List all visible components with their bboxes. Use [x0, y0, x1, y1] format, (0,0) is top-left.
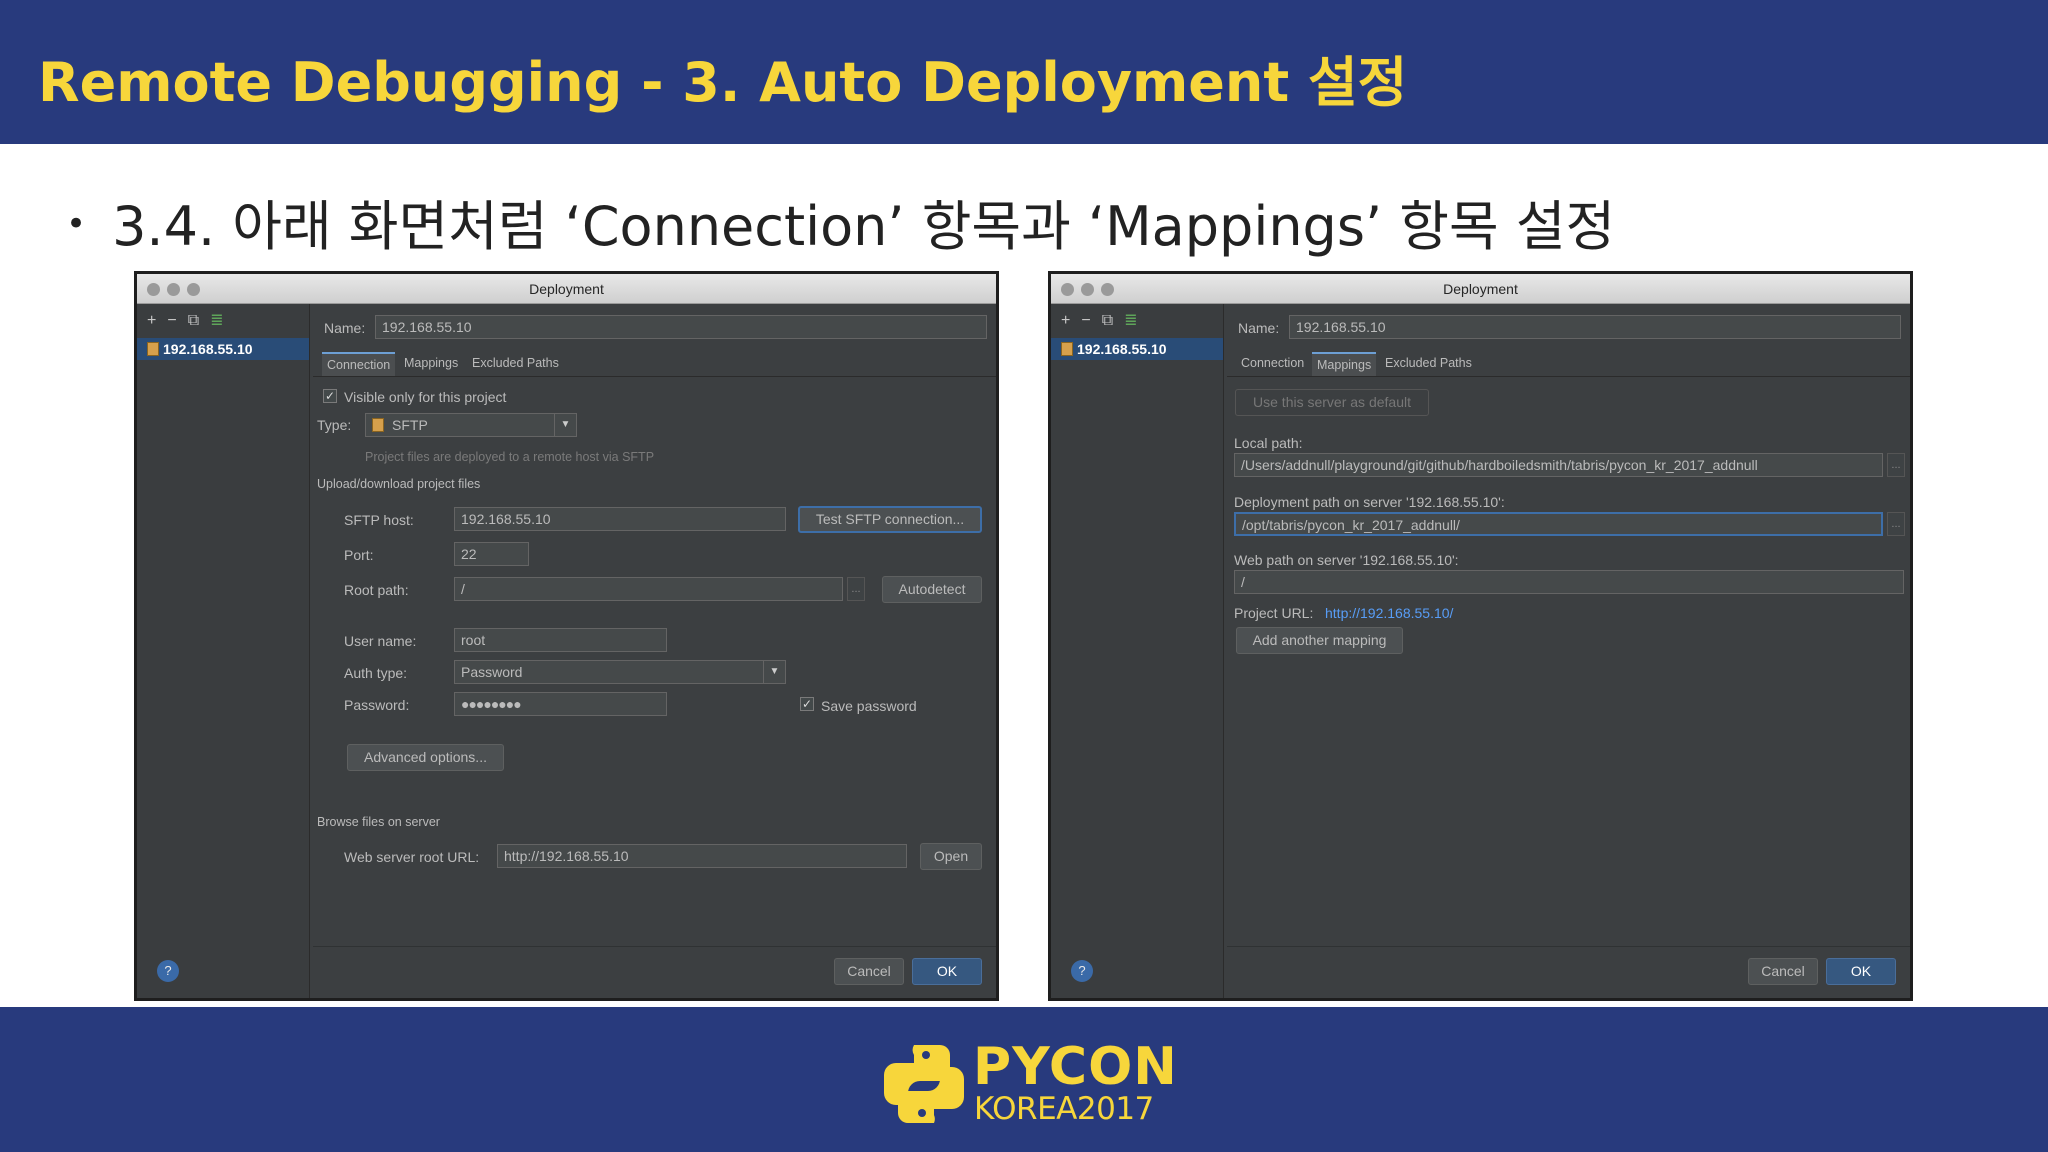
window-titlebar[interactable]: Deployment	[1051, 274, 1910, 304]
copy-icon[interactable]: ⧉	[188, 312, 199, 330]
server-list-item-label: 192.168.55.10	[1077, 341, 1167, 357]
server-list-pane: + − ⧉ ≣ 192.168.55.10	[1051, 304, 1224, 998]
server-list-item[interactable]: 192.168.55.10	[1051, 338, 1223, 360]
window-title: Deployment	[1443, 281, 1518, 297]
server-list-item-label: 192.168.55.10	[163, 341, 253, 357]
ok-button[interactable]: OK	[1826, 958, 1896, 985]
root-path-label: Root path:	[344, 582, 409, 598]
deployment-path-browse-button[interactable]: ...	[1887, 512, 1905, 536]
type-select[interactable]: SFTP ▼	[365, 413, 577, 437]
deployment-path-field[interactable]: /opt/tabris/pycon_kr_2017_addnull/	[1234, 512, 1883, 536]
chevron-down-icon[interactable]: ▼	[554, 414, 576, 436]
deployment-dialog-connection: Deployment + − ⧉ ≣ 192.168.55.10 Name: 192.…	[134, 271, 999, 1001]
local-path-label: Local path:	[1234, 435, 1303, 451]
minus-icon[interactable]: −	[1081, 312, 1090, 330]
type-hint: Project files are deployed to a remote h…	[365, 450, 655, 464]
user-name-field[interactable]: root	[454, 628, 667, 652]
sftp-host-field[interactable]: 192.168.55.10	[454, 507, 786, 531]
name-field[interactable]: 192.168.55.10	[375, 315, 987, 339]
auth-type-select[interactable]: Password ▼	[454, 660, 786, 684]
web-path-label: Web path on server '192.168.55.10':	[1234, 552, 1459, 568]
deployment-path-label: Deployment path on server '192.168.55.10…	[1234, 494, 1505, 510]
type-select-value: SFTP	[392, 417, 428, 433]
server-toolbar: + − ⧉ ≣	[1061, 310, 1149, 330]
python-logo-icon	[884, 1045, 964, 1123]
add-another-mapping-button[interactable]: Add another mapping	[1236, 627, 1403, 654]
root-path-field[interactable]: /	[454, 577, 843, 601]
save-password-checkbox[interactable]: ✓	[800, 697, 814, 711]
tab-excluded-paths[interactable]: Excluded Paths	[1380, 352, 1477, 376]
tab-mappings[interactable]: Mappings	[1312, 352, 1377, 376]
name-field[interactable]: 192.168.55.10	[1289, 315, 1901, 339]
cancel-button[interactable]: Cancel	[834, 958, 904, 985]
web-root-url-field[interactable]: http://192.168.55.10	[497, 844, 907, 868]
auth-type-label: Auth type:	[344, 665, 408, 681]
pycon-korea-logo: PYCON KOREA2017	[876, 1037, 1178, 1127]
help-icon[interactable]: ?	[1071, 960, 1093, 982]
visible-only-label: Visible only for this project	[344, 389, 507, 405]
server-toolbar: + − ⧉ ≣	[147, 310, 235, 330]
save-password-label: Save password	[821, 698, 917, 714]
project-url-label: Project URL:	[1234, 605, 1314, 621]
server-list-item[interactable]: 192.168.55.10	[137, 338, 309, 360]
footer-divider	[313, 946, 996, 947]
default-server-icon[interactable]: ≣	[210, 310, 223, 330]
tab-divider	[1227, 376, 1910, 377]
visible-only-checkbox[interactable]: ✓	[323, 389, 337, 403]
pycon-subtitle: KOREA2017	[974, 1091, 1154, 1127]
deployment-dialog-mappings: Deployment + − ⧉ ≣ 192.168.55.10 Name: 192.…	[1048, 271, 1913, 1001]
window-title: Deployment	[529, 281, 604, 297]
project-url-link[interactable]: http://192.168.55.10/	[1325, 605, 1453, 621]
plus-icon[interactable]: +	[1061, 312, 1070, 330]
sftp-server-icon	[1061, 342, 1073, 356]
user-name-label: User name:	[344, 633, 417, 649]
default-server-icon[interactable]: ≣	[1124, 310, 1137, 330]
sftp-host-label: SFTP host:	[344, 512, 414, 528]
type-label: Type:	[317, 417, 352, 433]
plus-icon[interactable]: +	[147, 312, 156, 330]
sftp-server-icon	[147, 342, 159, 356]
server-list-pane: + − ⧉ ≣ 192.168.55.10	[137, 304, 310, 998]
pycon-wordmark: PYCON	[973, 1037, 1178, 1097]
window-titlebar[interactable]: Deployment	[137, 274, 996, 304]
tab-mappings[interactable]: Mappings	[399, 352, 463, 376]
footer-divider	[1227, 946, 1910, 947]
port-field[interactable]: 22	[454, 542, 529, 566]
upload-section-label: Upload/download project files	[317, 477, 481, 491]
open-button[interactable]: Open	[920, 843, 982, 870]
local-path-browse-button[interactable]: ...	[1887, 453, 1905, 477]
use-as-default-button[interactable]: Use this server as default	[1235, 389, 1429, 416]
root-path-browse-button[interactable]: ...	[847, 577, 865, 601]
tab-excluded-paths[interactable]: Excluded Paths	[467, 352, 564, 376]
web-path-field[interactable]: /	[1234, 570, 1904, 594]
advanced-options-button[interactable]: Advanced options...	[347, 744, 504, 771]
bullet-text: 3.4. 아래 화면처럼 ‘Connection’ 항목과 ‘Mappings’…	[112, 195, 1616, 258]
help-icon[interactable]: ?	[157, 960, 179, 982]
tab-connection[interactable]: Connection	[322, 352, 396, 376]
port-label: Port:	[344, 547, 374, 563]
chevron-down-icon[interactable]: ▼	[763, 661, 785, 683]
sftp-type-icon	[372, 418, 384, 432]
web-root-url-label: Web server root URL:	[344, 849, 480, 865]
tab-connection[interactable]: Connection	[1236, 352, 1309, 376]
auth-type-select-value: Password	[461, 664, 523, 680]
local-path-field[interactable]: /Users/addnull/playground/git/github/har…	[1234, 453, 1883, 477]
name-label: Name:	[1238, 320, 1280, 336]
bullet-dot-icon: •	[66, 204, 87, 245]
name-label: Name:	[324, 320, 366, 336]
minus-icon[interactable]: −	[167, 312, 176, 330]
ok-button[interactable]: OK	[912, 958, 982, 985]
tab-divider	[313, 376, 996, 377]
slide-header: Remote Debugging - 3. Auto Deployment 설정	[0, 0, 2048, 144]
cancel-button[interactable]: Cancel	[1748, 958, 1818, 985]
slide-title: Remote Debugging - 3. Auto Deployment 설정	[38, 51, 1408, 114]
test-sftp-connection-button[interactable]: Test SFTP connection...	[798, 506, 982, 533]
browse-section-label: Browse files on server	[317, 815, 440, 829]
bullet-text-line: • 3.4. 아래 화면처럼 ‘Connection’ 항목과 ‘Mappings…	[66, 182, 1615, 261]
password-label: Password:	[344, 697, 410, 713]
password-field[interactable]: ●●●●●●●●	[454, 692, 667, 716]
autodetect-button[interactable]: Autodetect	[882, 576, 982, 603]
copy-icon[interactable]: ⧉	[1102, 312, 1113, 330]
